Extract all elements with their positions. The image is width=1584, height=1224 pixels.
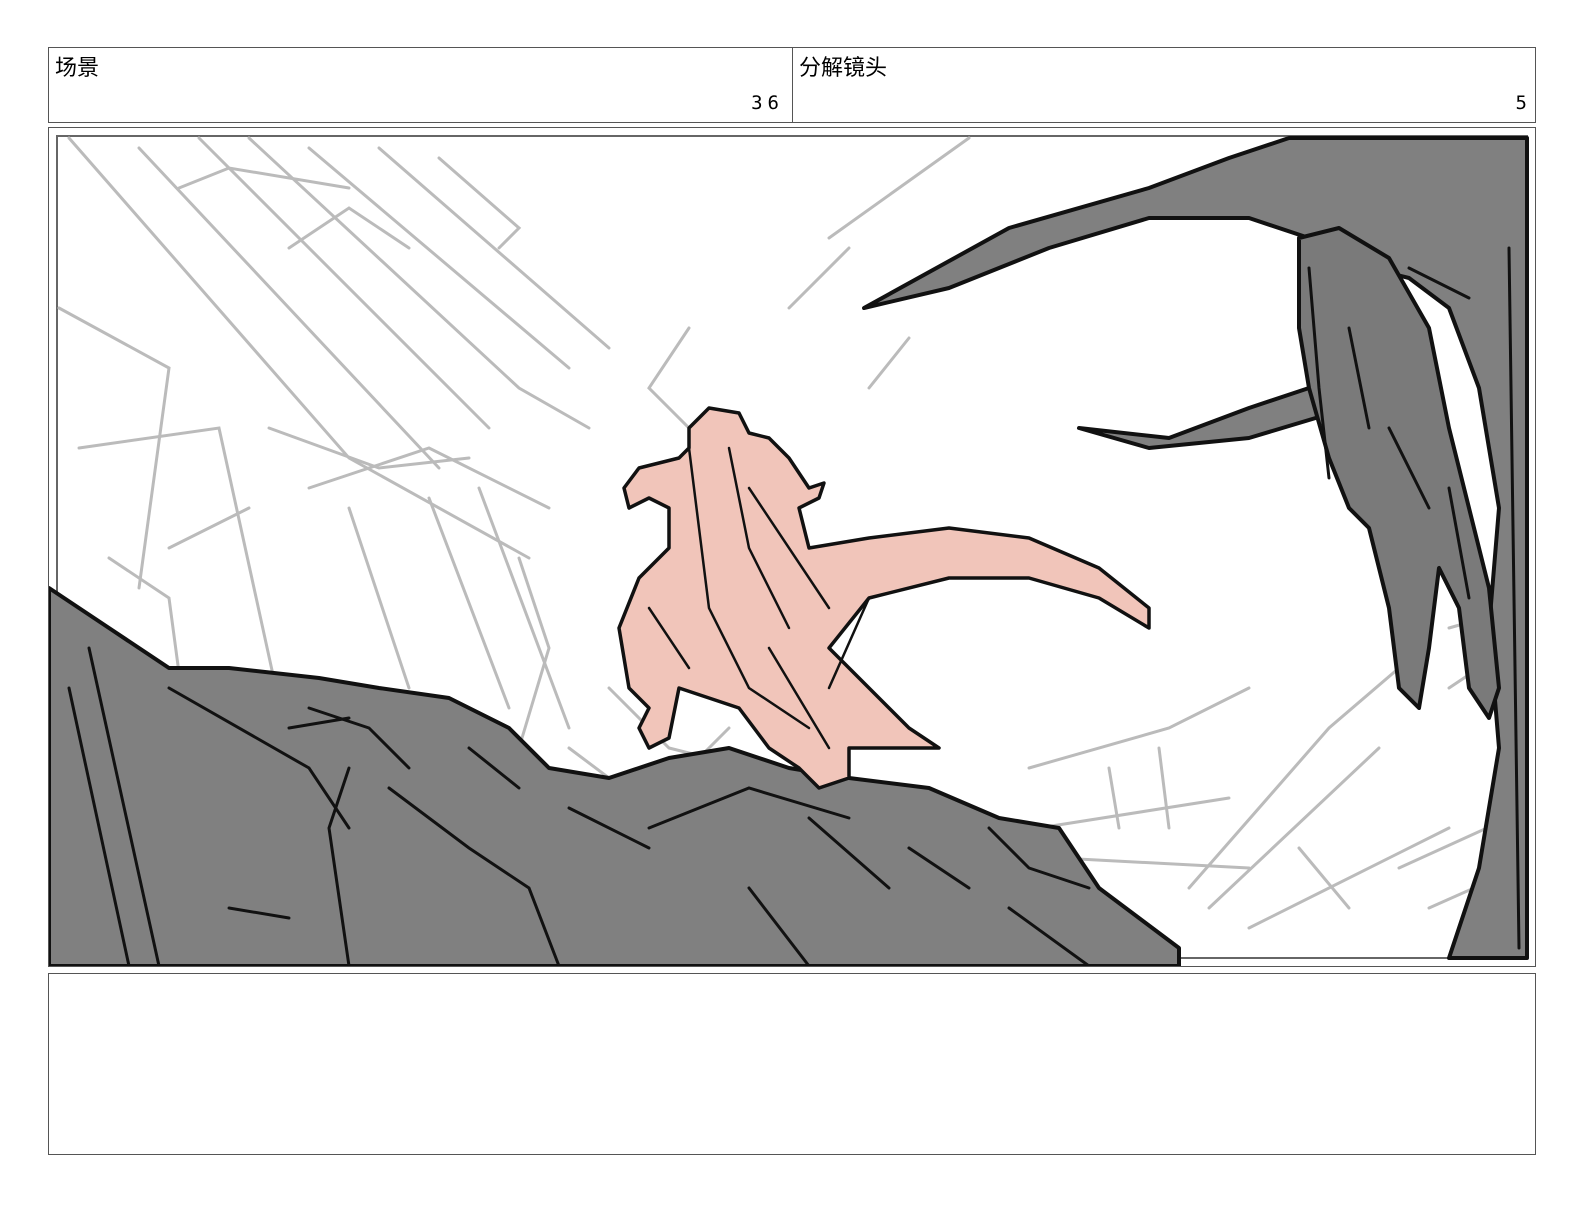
storyboard-panel <box>48 127 1536 967</box>
scene-label: 场景 <box>55 56 100 81</box>
notes-box <box>48 973 1536 1155</box>
storyboard-header: 场景 36 分解镜头 5 <box>48 47 1536 123</box>
panel-sketch <box>49 135 1529 966</box>
pink-cloaked-figure <box>617 406 1151 790</box>
scene-cell: 场景 36 <box>49 48 793 122</box>
shot-cell: 分解镜头 5 <box>793 48 1535 122</box>
foreground-gray-mass <box>49 586 1181 966</box>
scene-number: 36 <box>751 92 784 114</box>
shot-label: 分解镜头 <box>799 56 888 81</box>
shot-number: 5 <box>1515 92 1527 114</box>
